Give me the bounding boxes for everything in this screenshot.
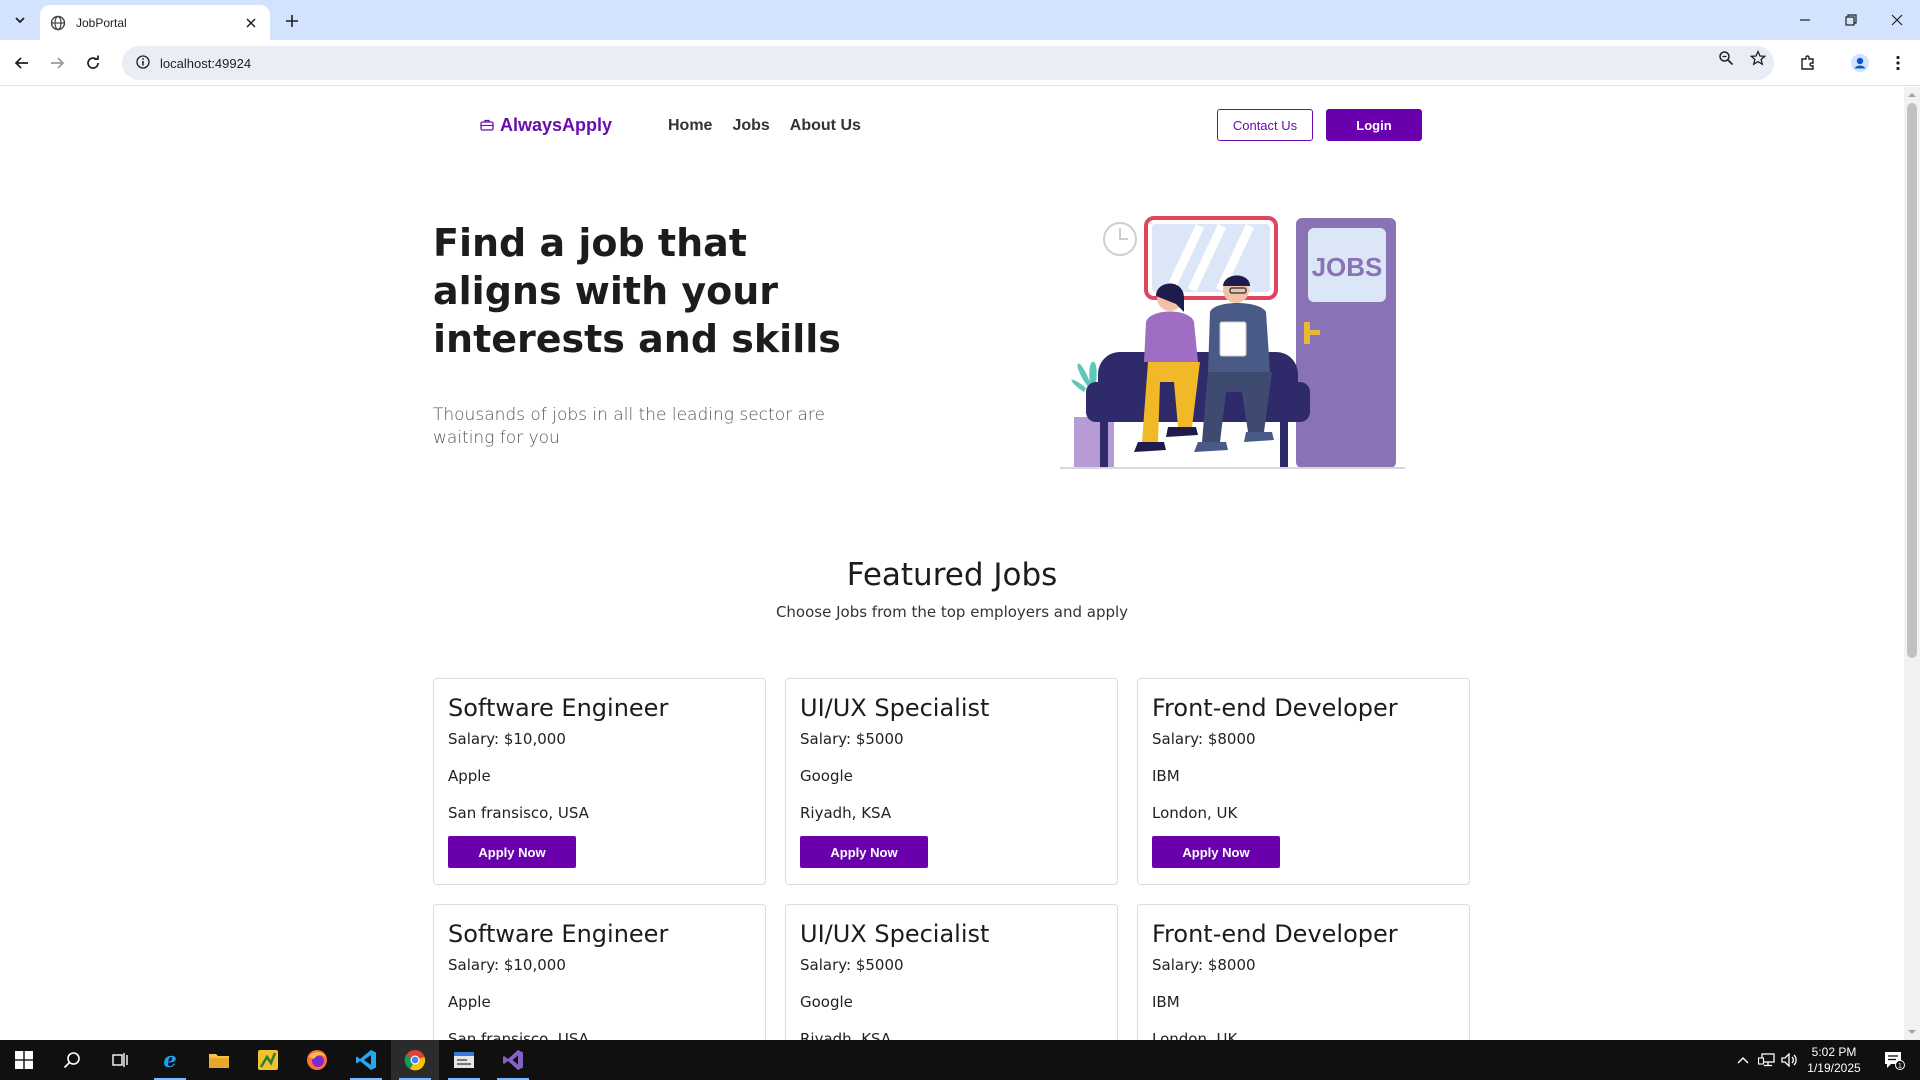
back-arrow-icon[interactable] [10,51,34,75]
job-cards-grid: Software Engineer Salary: $10,000 Apple … [433,678,1471,1040]
job-location: London, UK [1152,804,1238,822]
scroll-down-arrow-icon[interactable] [1908,1028,1916,1036]
tab-title: JobPortal [76,15,127,30]
featured-jobs-title: Featured Jobs [846,557,1058,593]
job-salary: Salary: $10,000 [448,956,566,974]
taskbar-search-icon[interactable] [48,1040,96,1080]
job-title: Front-end Developer [1152,920,1398,948]
job-company: Apple [448,767,491,785]
job-card: Software Engineer Salary: $10,000 Apple … [433,678,766,885]
job-salary: Salary: $8000 [1152,730,1256,748]
job-card: Front-end Developer Salary: $8000 IBM Lo… [1137,904,1470,1040]
vscode-icon[interactable] [342,1040,390,1080]
chrome-icon[interactable] [391,1040,439,1080]
scrollbar-thumb[interactable] [1907,103,1917,658]
hero-title: Find a job that aligns with your interes… [433,221,841,361]
contact-us-button[interactable]: Contact Us [1217,109,1313,141]
nav-links: Home Jobs About Us [668,117,861,135]
job-company: Google [800,993,853,1011]
job-title: UI/UX Specialist [800,920,990,948]
site-info-icon[interactable] [136,54,150,73]
minimize-icon[interactable] [1782,0,1828,40]
job-title: Software Engineer [448,694,669,722]
job-company: Apple [448,993,491,1011]
browser-tabstrip: JobPortal [0,0,1920,40]
clock-date: 1/19/2025 [1807,1061,1861,1075]
page-scrollbar[interactable] [1904,87,1920,1040]
zoom-icon[interactable] [1714,46,1738,70]
taskbar-clock[interactable]: 5:02 PM 1/19/2025 [1798,1044,1870,1076]
job-title: Front-end Developer [1152,694,1398,722]
job-location: San fransisco, USA [448,1030,589,1040]
apply-now-button[interactable]: Apply Now [448,836,576,868]
notification-count: 1 [1898,1061,1902,1070]
job-title: UI/UX Specialist [800,694,990,722]
job-location: San fransisco, USA [448,804,589,822]
brand-name: AlwaysApply [500,115,613,135]
apply-now-button[interactable]: Apply Now [1152,836,1280,868]
window-app-icon[interactable] [440,1040,488,1080]
clock-time: 5:02 PM [1811,1045,1857,1059]
job-company: IBM [1152,993,1180,1011]
action-center-icon[interactable]: 1 [1874,1040,1914,1080]
login-button[interactable]: Login [1326,109,1422,141]
new-tab-plus-icon[interactable] [280,9,304,33]
hero-subtitle: Thousands of jobs in all the leading sec… [433,405,825,448]
job-card: Software Engineer Salary: $10,000 Apple … [433,904,766,1040]
show-hidden-icons-chevron-icon[interactable] [1734,1040,1752,1080]
scroll-up-arrow-icon[interactable] [1908,91,1916,99]
internet-explorer-icon[interactable]: e [146,1040,194,1080]
url-text: localhost:49924 [160,55,252,71]
close-window-icon[interactable] [1874,0,1920,40]
restore-icon[interactable] [1828,0,1874,40]
nav-link-home[interactable]: Home [668,117,712,135]
file-explorer-icon[interactable] [195,1040,243,1080]
page-viewport: AlwaysApply Home Jobs About Us Contact U… [0,87,1904,1040]
job-location: Riyadh, KSA [800,1030,892,1040]
address-bar[interactable]: localhost:49924 [122,46,1774,80]
job-card: Front-end Developer Salary: $8000 IBM Lo… [1137,678,1470,885]
firefox-icon[interactable] [293,1040,341,1080]
job-salary: Salary: $5000 [800,956,904,974]
close-tab-icon[interactable] [242,14,260,32]
job-salary: Salary: $8000 [1152,956,1256,974]
forward-arrow-icon[interactable] [45,51,69,75]
briefcase-icon [480,116,494,135]
featured-jobs-subtitle: Choose Jobs from the top employers and a… [775,603,1129,621]
job-company: Google [800,767,853,785]
job-salary: Salary: $5000 [800,730,904,748]
jobs-door-sign: JOBS [1312,252,1383,282]
task-view-icon[interactable] [96,1040,144,1080]
job-title: Software Engineer [448,920,669,948]
extensions-puzzle-icon[interactable] [1796,51,1820,75]
job-card: UI/UX Specialist Salary: $5000 Google Ri… [785,904,1118,1040]
nav-link-about-us[interactable]: About Us [790,117,861,135]
job-card: UI/UX Specialist Salary: $5000 Google Ri… [785,678,1118,885]
job-company: IBM [1152,767,1180,785]
reload-icon[interactable] [81,51,105,75]
site-navbar: AlwaysApply Home Jobs About Us Contact U… [0,87,1904,167]
browser-toolbar: localhost:49924 [0,40,1920,86]
hero-illustration: JOBS [1060,212,1410,477]
tab-search-chevron-icon[interactable] [8,8,32,32]
nav-link-jobs[interactable]: Jobs [732,117,769,135]
profile-avatar-icon[interactable] [1848,51,1872,75]
bookmark-star-icon[interactable] [1746,46,1770,70]
apply-now-button[interactable]: Apply Now [800,836,928,868]
windows-start-icon[interactable] [0,1040,48,1080]
windows-taskbar: e 5:02 PM 1/19/2025 1 [0,1040,1920,1080]
browser-tab-active[interactable]: JobPortal [40,5,270,40]
globe-icon [50,15,66,31]
visual-studio-icon[interactable] [489,1040,537,1080]
image-editor-app-icon[interactable] [244,1040,292,1080]
job-salary: Salary: $10,000 [448,730,566,748]
job-location: Riyadh, KSA [800,804,892,822]
network-icon[interactable] [1756,1040,1778,1080]
brand-logo[interactable]: AlwaysApply [480,115,612,136]
svg-text:e: e [163,1049,176,1071]
browser-menu-icon[interactable] [1886,51,1910,75]
job-location: London, UK [1152,1030,1238,1040]
